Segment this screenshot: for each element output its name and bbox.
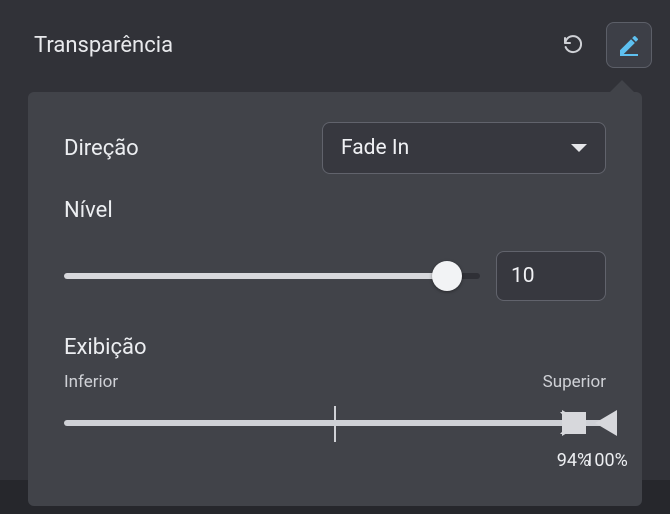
chevron-down-icon [571, 144, 587, 152]
range-mid-tick [334, 406, 336, 442]
panel-title: Transparência [34, 33, 173, 58]
reset-button[interactable] [550, 22, 596, 68]
direction-label: Direção [64, 136, 139, 161]
reset-icon [561, 33, 585, 57]
slider-track-fill [64, 273, 447, 279]
direction-select-value: Fade In [341, 136, 409, 160]
edit-button[interactable] [606, 22, 652, 68]
range-handle-upper[interactable] [593, 408, 619, 438]
settings-panel: Direção Fade In Nível 10 Exibição Inferi… [28, 92, 642, 506]
level-row: 10 [64, 251, 606, 301]
range-end-labels: Inferior Superior [64, 372, 606, 392]
level-input[interactable]: 10 [496, 251, 606, 301]
range-upper-value: 100% [584, 450, 628, 471]
slider-thumb[interactable] [432, 261, 462, 291]
range-handle-lower[interactable] [560, 408, 586, 438]
level-slider[interactable] [64, 261, 480, 291]
direction-row: Direção Fade In [64, 122, 606, 174]
level-input-value: 10 [511, 264, 535, 288]
range-max-label: Superior [543, 372, 606, 392]
pencil-icon [617, 33, 641, 57]
range-slider[interactable] [64, 402, 606, 444]
direction-select[interactable]: Fade In [322, 122, 606, 174]
range-value-labels: 94% 100% [64, 450, 606, 474]
panel-header: Transparência [0, 0, 670, 76]
range-label: Exibição [64, 335, 606, 360]
header-actions [550, 22, 652, 68]
range-min-label: Inferior [64, 372, 118, 392]
level-label: Nível [64, 198, 606, 223]
